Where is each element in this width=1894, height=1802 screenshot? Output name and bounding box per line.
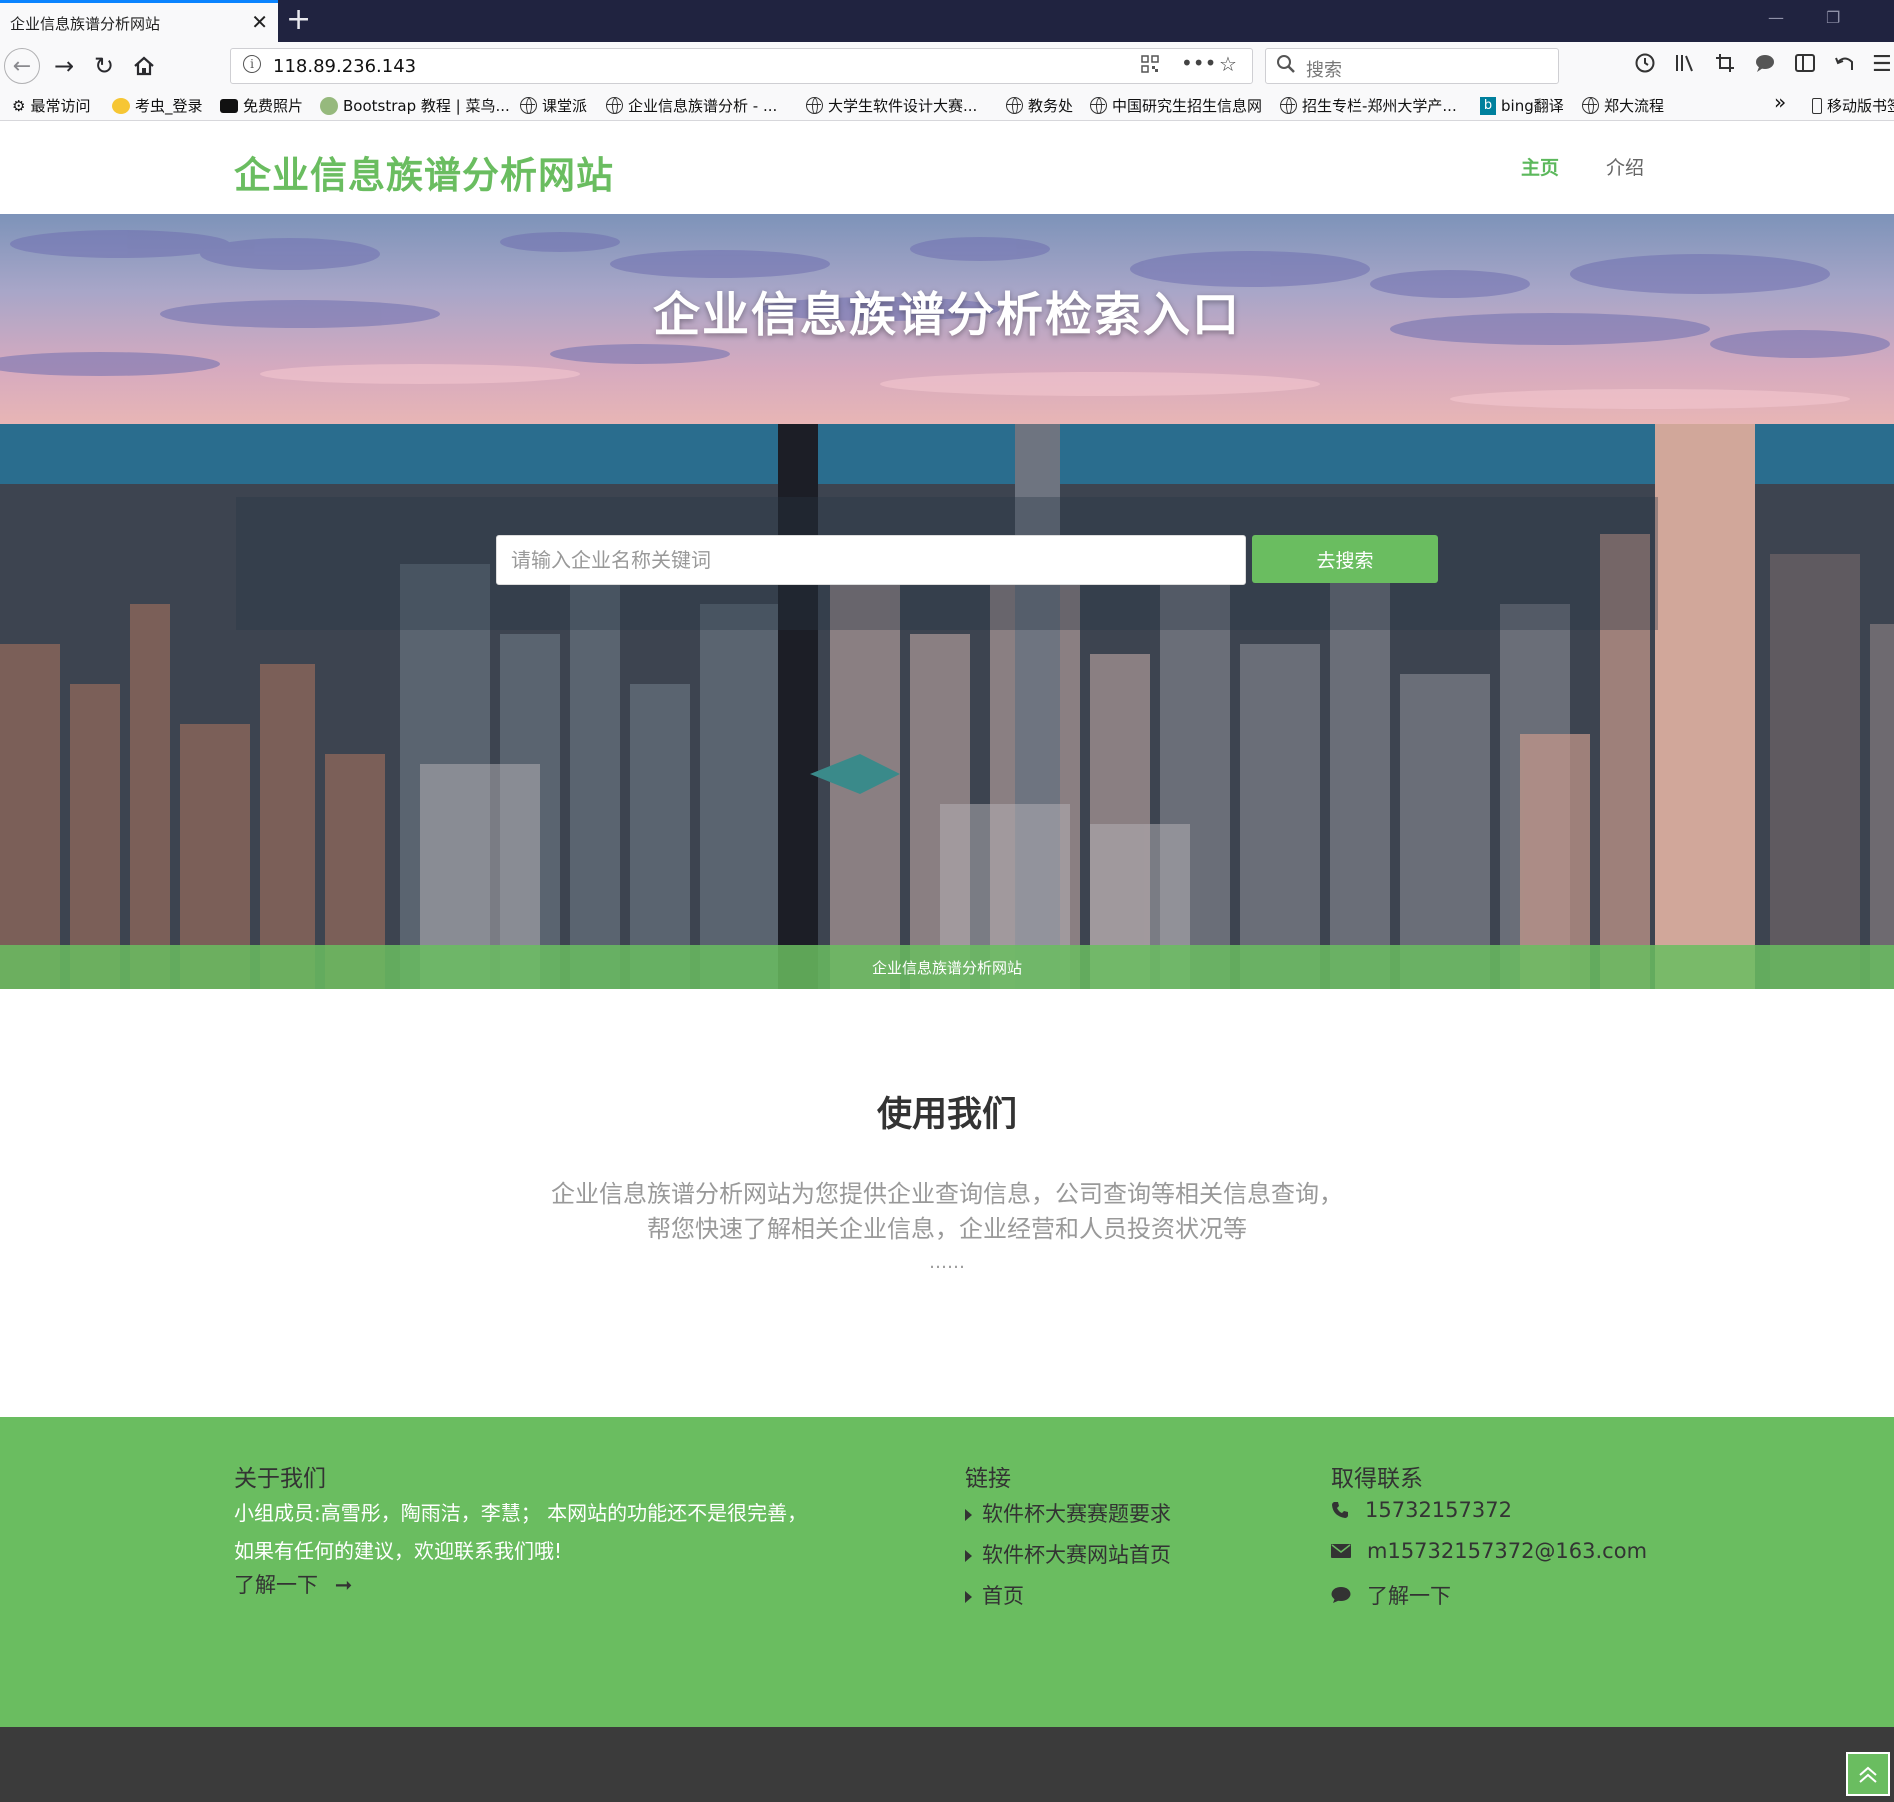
bookmark-item[interactable]: Bootstrap 教程 | 菜鸟...	[320, 95, 510, 116]
globe-icon	[1090, 97, 1107, 114]
contact-phone: 15732157372	[1331, 1498, 1512, 1522]
description-line: 帮您快速了解相关企业信息，企业经营和人员投资状况等	[647, 1215, 1247, 1243]
site-header: 企业信息族谱分析网站 主页 介绍	[0, 121, 1894, 214]
description-line: 企业信息族谱分析网站为您提供企业查询信息，公司查询等相关信息查询，	[551, 1180, 1343, 1208]
history-icon[interactable]	[1634, 52, 1656, 80]
about-line: 小组成员:高雪彤，陶雨洁，李慧； 本网站的功能还不是很完善，	[234, 1501, 808, 1525]
site-brand[interactable]: 企业信息族谱分析网站	[234, 145, 614, 199]
caret-right-icon	[965, 1591, 972, 1603]
bookmark-item[interactable]: 郑大流程	[1582, 95, 1664, 116]
screenshot-icon[interactable]	[1714, 52, 1736, 80]
about-line: 如果有任何的建议，欢迎联系我们哦!	[234, 1539, 563, 1563]
bookmarks-toolbar: ⚙ 最常访问 考虫_登录 免费照片 Bootstrap 教程 | 菜鸟... 课堂…	[0, 89, 1894, 121]
phone-icon	[1332, 1502, 1348, 1518]
globe-icon	[606, 97, 623, 114]
globe-icon	[806, 97, 823, 114]
bookmark-item[interactable]: 课堂派	[520, 95, 587, 116]
minimize-icon[interactable]: —	[1768, 8, 1784, 27]
footer-link-home[interactable]: 首页	[965, 1580, 1024, 1610]
hero-banner: 企业信息族谱分析检索入口 企业信息族谱分析网站	[0, 214, 1894, 989]
contact-more[interactable]: 了解一下	[1331, 1580, 1451, 1610]
page-actions-icon[interactable]: •••	[1181, 51, 1216, 75]
chat-icon[interactable]	[1754, 52, 1776, 80]
ellipsis: ……	[929, 1252, 965, 1273]
active-tab[interactable]: 企业信息族谱分析网站 ✕	[0, 0, 278, 42]
back-to-top-button[interactable]	[1846, 1752, 1890, 1796]
home-icon[interactable]	[126, 48, 162, 84]
site-info-icon[interactable]: i	[243, 55, 261, 73]
new-tab-icon[interactable]: +	[286, 4, 311, 36]
undo-icon[interactable]	[1834, 52, 1856, 80]
bookmark-item[interactable]: 中国研究生招生信息网	[1090, 95, 1262, 116]
menu-icon[interactable]: ☰	[1872, 52, 1892, 77]
envelope-icon	[1331, 1544, 1351, 1558]
mobile-icon	[1812, 97, 1822, 114]
footer-links-title: 链接	[965, 1466, 1011, 1492]
footer: 关于我们 小组成员:高雪彤，陶雨洁，李慧； 本网站的功能还不是很完善， 如果有任…	[0, 1417, 1894, 1727]
tab-title: 企业信息族谱分析网站	[10, 15, 161, 33]
library-icon[interactable]	[1674, 52, 1696, 80]
footer-link-requirements[interactable]: 软件杯大赛赛题要求	[965, 1498, 1171, 1528]
search-bar[interactable]: 搜索	[1265, 48, 1559, 84]
hero-caption: 企业信息族谱分析网站	[871, 959, 1022, 977]
comment-icon	[1331, 1587, 1351, 1603]
bookmark-item[interactable]: 免费照片	[220, 95, 303, 116]
address-bar[interactable]: i 118.89.236.143 ••• ☆	[230, 48, 1253, 84]
mobile-bookmarks[interactable]: 移动版书签	[1812, 95, 1894, 116]
footer-about-title: 关于我们	[234, 1466, 326, 1492]
footer-about-text: 小组成员:高雪彤，陶雨洁，李慧； 本网站的功能还不是很完善， 如果有任何的建议，…	[234, 1494, 807, 1570]
globe-icon	[1280, 97, 1297, 114]
bookmark-item[interactable]: 招生专栏-郑州大学产...	[1280, 95, 1457, 116]
bookmark-item[interactable]: b bing翻译	[1480, 95, 1564, 116]
search-icon	[1277, 55, 1295, 73]
hero-caption-bar: 企业信息族谱分析网站	[0, 945, 1894, 989]
close-tab-icon[interactable]: ✕	[251, 10, 268, 34]
back-icon[interactable]: ←	[4, 48, 40, 84]
about-more-link[interactable]: 了解一下 ➞	[234, 1569, 352, 1599]
runoob-icon	[320, 96, 338, 115]
globe-icon	[520, 97, 537, 114]
qr-code-icon[interactable]	[1141, 54, 1159, 78]
bookmark-item[interactable]: 企业信息族谱分析 - ...	[606, 95, 777, 116]
camera-icon	[220, 98, 238, 113]
nav-home[interactable]: 主页	[1521, 153, 1559, 180]
gear-icon: ⚙	[12, 96, 26, 115]
contact-email: m15732157372@163.com	[1331, 1539, 1647, 1563]
bottom-bar	[0, 1727, 1894, 1802]
caret-right-icon	[965, 1509, 972, 1521]
bookmark-item[interactable]: 教务处	[1006, 95, 1073, 116]
footer-contact-title: 取得联系	[1331, 1466, 1423, 1492]
globe-icon	[1582, 97, 1599, 114]
hero-title: 企业信息族谱分析检索入口	[653, 288, 1241, 343]
globe-icon	[1006, 97, 1023, 114]
bookmark-item[interactable]: 考虫_登录	[112, 95, 203, 116]
section-title: 使用我们	[876, 1095, 1017, 1135]
arrow-right-icon: ➞	[334, 1573, 353, 1597]
company-search-input[interactable]	[496, 535, 1246, 585]
chevron-up-icon	[1859, 1766, 1877, 1783]
bing-icon: b	[1480, 96, 1496, 115]
caret-right-icon	[965, 1550, 972, 1562]
section-description: 企业信息族谱分析网站为您提供企业查询信息，公司查询等相关信息查询， 帮您快速了解…	[0, 1177, 1894, 1247]
nav-intro[interactable]: 介绍	[1606, 153, 1644, 180]
bookmark-star-icon[interactable]: ☆	[1219, 52, 1237, 76]
restore-icon[interactable]: ❐	[1826, 8, 1840, 27]
bookmark-item[interactable]: ⚙ 最常访问	[12, 95, 90, 116]
search-placeholder: 搜索	[1306, 60, 1342, 81]
tab-bar: 企业信息族谱分析网站 ✕ + — ❐	[0, 0, 1894, 42]
kaochong-icon	[112, 97, 130, 114]
sidebar-icon[interactable]	[1794, 52, 1816, 80]
browser-window: 企业信息族谱分析网站 ✕ + — ❐ ← → ↻ i 118.89.236.14…	[0, 0, 1894, 1802]
bookmark-item[interactable]: 大学生软件设计大赛...	[806, 95, 977, 116]
forward-icon[interactable]: →	[46, 48, 82, 84]
navigation-toolbar: ← → ↻ i 118.89.236.143 ••• ☆ 搜索 ☰	[0, 42, 1894, 89]
footer-link-contest-home[interactable]: 软件杯大赛网站首页	[965, 1539, 1171, 1569]
search-button[interactable]: 去搜索	[1252, 535, 1438, 583]
url-text[interactable]: 118.89.236.143	[273, 56, 416, 77]
reload-icon[interactable]: ↻	[86, 48, 122, 84]
bookmarks-overflow-icon[interactable]: »	[1774, 90, 1786, 114]
